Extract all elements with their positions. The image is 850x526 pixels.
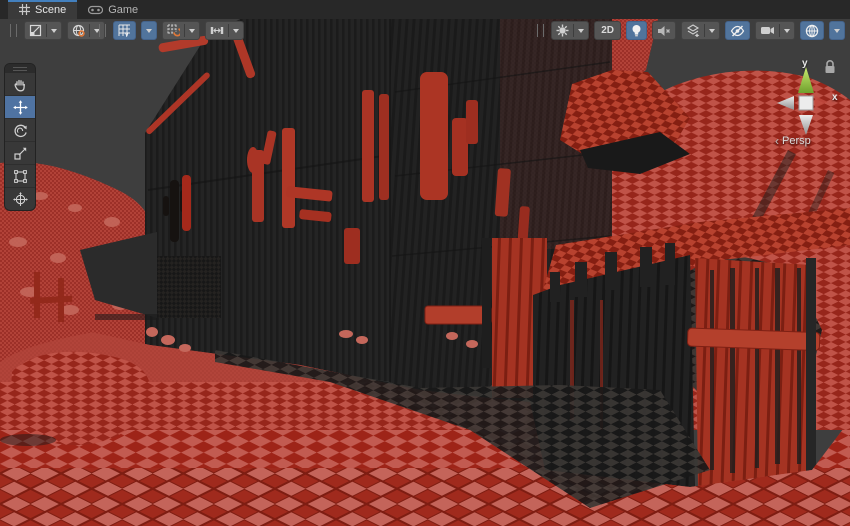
dropdown-arrow-icon [146, 29, 152, 33]
orientation-global-icon [72, 24, 85, 37]
grid-visibility-icon: y [118, 24, 131, 37]
scene-render [0, 19, 850, 526]
scene-viewport[interactable]: y [0, 19, 850, 526]
hand-icon [13, 77, 28, 92]
snap-settings-button[interactable] [162, 21, 200, 40]
tabbar-spacer [0, 0, 8, 19]
eye-slash-icon [730, 25, 745, 37]
tab-scene-label: Scene [35, 4, 66, 16]
gamepad-icon [88, 5, 103, 15]
rock-shadow [0, 434, 56, 446]
porch-dark-box [157, 256, 221, 318]
move-icon [13, 100, 28, 115]
gizmos-dropdown[interactable] [829, 21, 845, 40]
transform-icon [13, 192, 28, 207]
camera-settings-button[interactable] [755, 21, 795, 40]
grid-visibility-button[interactable]: y [113, 21, 136, 40]
persp-label: Persp [782, 135, 811, 147]
persp-chevron-icon: ‹ [775, 134, 779, 148]
dropdown-arrow-icon [834, 29, 840, 33]
2d-toggle-button[interactable]: 2D [594, 21, 621, 40]
pivot-toggle-button[interactable] [24, 21, 62, 40]
speaker-muted-icon [657, 25, 671, 37]
lean-to-shadow [95, 314, 159, 320]
dropdown-arrow-icon [578, 29, 584, 33]
dropdown-arrow-icon [784, 29, 790, 33]
rect-tool[interactable] [5, 164, 35, 187]
rect-icon [13, 169, 28, 184]
render-debug-icon [556, 24, 569, 37]
scene-grid-icon [19, 4, 30, 15]
camera-icon [760, 25, 775, 36]
transform-tool[interactable] [5, 187, 35, 210]
tab-game-label: Game [108, 4, 138, 16]
audio-toggle-button[interactable] [652, 21, 676, 40]
scale-icon [13, 146, 28, 161]
projection-toggle[interactable]: ‹ Persp [775, 134, 811, 148]
move-snap-icon [210, 24, 224, 37]
render-debug-button[interactable] [551, 21, 589, 40]
grid-snap-overlay: y [97, 21, 244, 40]
effects-layers-icon [686, 24, 700, 37]
scene-visibility-button[interactable] [725, 21, 750, 40]
tab-bar: Scene Game [0, 0, 850, 19]
snap-settings-icon [167, 24, 180, 37]
pivot-center-icon [29, 24, 42, 37]
unity-editor-scene-view: { "tabs": [ { "label": "Scene", "icon": … [0, 0, 850, 526]
rotate-icon [13, 123, 28, 138]
tab-scene[interactable]: Scene [8, 0, 77, 19]
overlay-drag-handle[interactable] [537, 24, 544, 37]
gizmo-left-cone[interactable] [777, 96, 794, 110]
dropdown-arrow-icon [51, 29, 57, 33]
gizmo-axis-x-label: x [832, 92, 838, 103]
2d-label: 2D [599, 25, 616, 36]
grid-visibility-dropdown[interactable] [141, 21, 157, 40]
tool-settings-overlay [8, 21, 105, 40]
dropdown-arrow-icon [233, 29, 239, 33]
move-snap-button[interactable] [205, 21, 244, 40]
gizmo-center-cube[interactable] [799, 96, 813, 110]
tools-drag-handle[interactable] [5, 64, 35, 73]
gizmo-y-cone[interactable] [798, 67, 814, 93]
svg-text:y: y [125, 32, 129, 38]
lightbulb-icon [631, 24, 642, 37]
overlay-drag-handle[interactable] [99, 24, 106, 37]
view-options-overlay: 2D [535, 21, 845, 40]
rotate-tool[interactable] [5, 118, 35, 141]
lighting-toggle-button[interactable] [626, 21, 647, 40]
overlay-drag-handle[interactable] [10, 24, 17, 37]
orientation-gizmo: y x ‹ Persp [766, 41, 850, 151]
gizmo-x-cone[interactable] [815, 96, 828, 108]
gizmos-sphere-icon [805, 24, 819, 38]
scale-tool[interactable] [5, 141, 35, 164]
gizmos-toggle-button[interactable] [800, 21, 824, 40]
tab-game[interactable]: Game [77, 0, 149, 19]
gizmo-down-cone[interactable] [799, 115, 813, 135]
dropdown-arrow-icon [709, 29, 715, 33]
hand-tool[interactable] [5, 73, 35, 95]
effects-dropdown-button[interactable] [681, 21, 720, 40]
tools-overlay [4, 63, 36, 211]
move-tool[interactable] [5, 95, 35, 118]
dropdown-arrow-icon [189, 29, 195, 33]
